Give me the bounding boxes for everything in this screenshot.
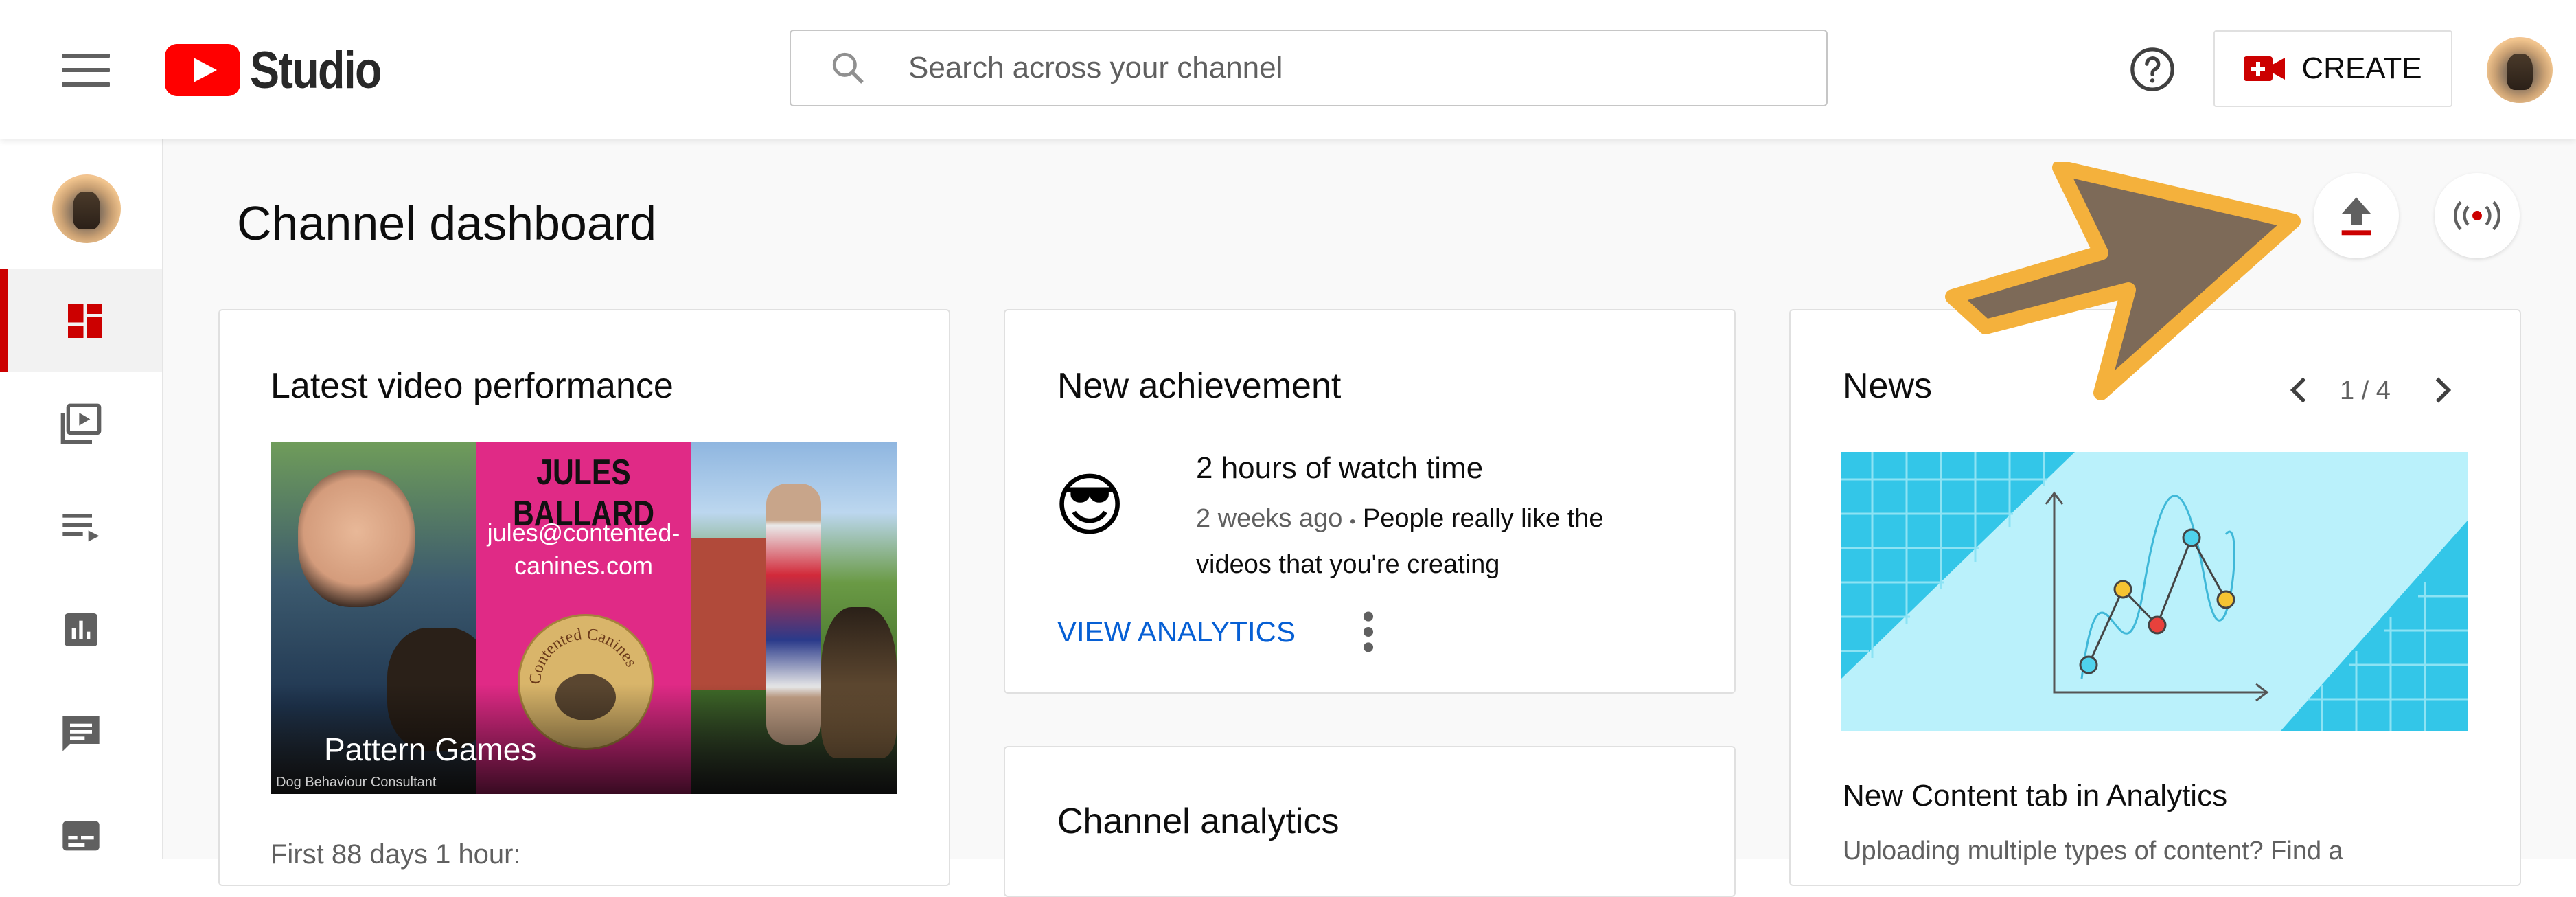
app-name: Studio [250,41,382,100]
sidebar-item-subtitles[interactable] [0,784,162,887]
news-title: News [1843,366,1933,406]
comments-icon [62,716,100,751]
upload-button[interactable] [2314,173,2399,258]
video-summary: First 88 days 1 hour: [271,839,521,870]
achievement-time: 2 weeks ago [1196,504,1343,533]
chevron-right-icon[interactable] [2430,375,2455,405]
sidebar-item-content[interactable] [0,372,162,475]
channel-analytics-title: Channel analytics [1057,802,1339,841]
news-body: Uploading multiple types of content? Fin… [1843,837,2343,865]
thumbnail-footer: Dog Behaviour Consultant [276,775,437,790]
video-title: Pattern Games [324,731,537,767]
sidebar-item-playlists[interactable] [0,475,162,578]
help-icon[interactable] [2128,45,2176,93]
top-bar: Studio CREATE [0,0,2576,139]
channel-avatar[interactable] [52,174,121,243]
playlists-icon [62,514,100,542]
upload-icon [2341,197,2371,236]
achievement-message: 2 weeks ago • People really like the vid… [1196,497,1677,586]
sidebar-item-analytics[interactable] [0,578,162,681]
dashboard-icon [68,304,102,338]
hamburger-icon[interactable] [62,54,110,87]
separator-dot: • [1349,512,1356,531]
sidebar-item-dashboard[interactable] [0,269,162,372]
video-thumbnail[interactable]: JULES BALLARD jules@contented-canines.co… [271,442,897,794]
sidebar-item-comments[interactable] [0,681,162,784]
studio-logo[interactable]: Studio [165,41,404,100]
go-live-button[interactable] [2435,173,2520,258]
video-camera-icon [2244,56,2286,81]
news-pager: 1 / 4 [2340,376,2391,405]
search-box[interactable] [790,30,1828,106]
content-icon [60,403,102,444]
youtube-play-icon [165,44,240,96]
view-analytics-link[interactable]: VIEW ANALYTICS [1057,615,1296,648]
search-icon [832,52,864,84]
sidebar [0,139,163,859]
account-avatar[interactable] [2487,37,2553,103]
annotation-arrow [1945,162,2301,400]
live-broadcast-icon [2454,201,2500,231]
create-button[interactable]: CREATE [2213,30,2452,107]
latest-video-title: Latest video performance [271,366,674,406]
achievement-emoji: 😎 [1054,467,1126,544]
more-options-icon[interactable] [1361,610,1376,654]
subtitles-icon [62,821,100,851]
page-title: Channel dashboard [237,196,657,250]
news-illustration[interactable] [1841,452,2468,731]
achievement-headline: 2 hours of watch time [1196,451,1484,485]
achievement-title: New achievement [1057,366,1342,406]
search-input[interactable] [907,50,1734,86]
analytics-icon [65,613,97,646]
create-label: CREATE [2301,52,2422,85]
thumbnail-email: jules@contented-canines.com [487,519,680,580]
news-headline[interactable]: New Content tab in Analytics [1843,779,2227,813]
